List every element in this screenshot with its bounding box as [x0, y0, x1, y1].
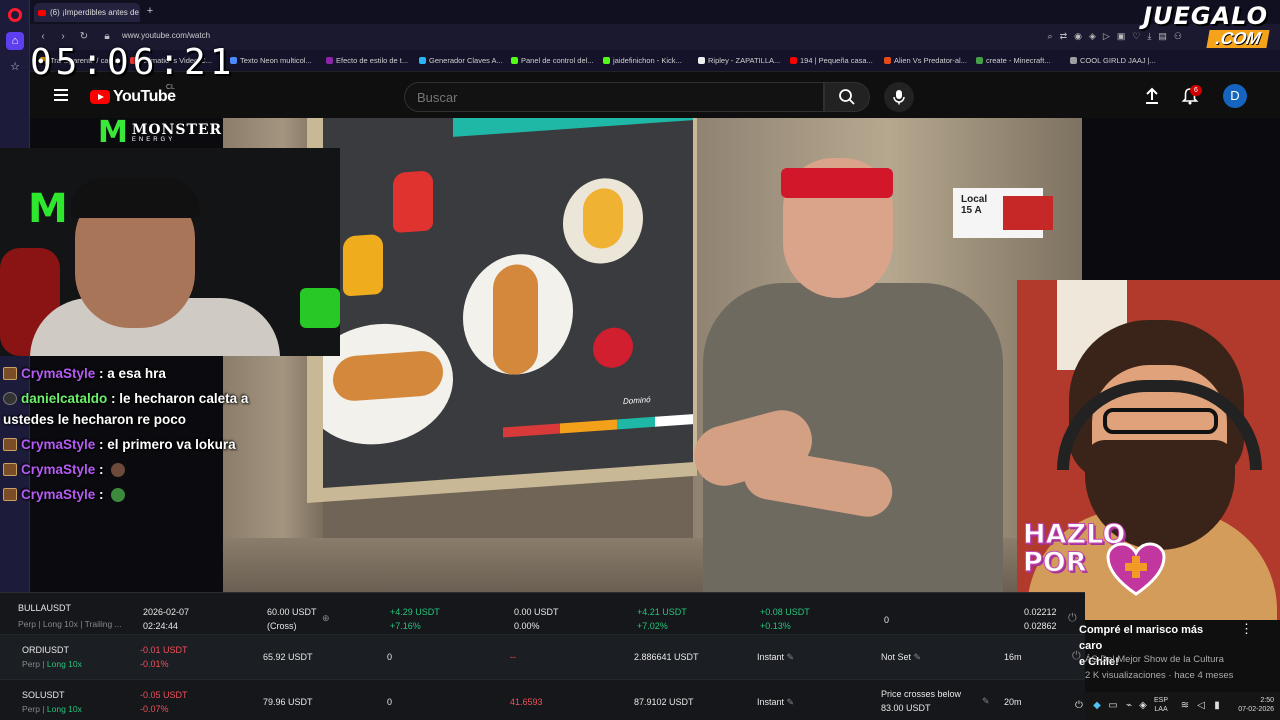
search-button[interactable]: [824, 82, 870, 112]
microphone-icon: [893, 90, 905, 105]
url-field[interactable]: www.youtube.com/watch: [122, 31, 210, 40]
bookmark-item[interactable]: COOL GIRLD JAAJ |...: [1070, 56, 1156, 65]
translate-icon[interactable]: ⇄: [1060, 31, 1068, 42]
bookmark-item[interactable]: Efecto de estilo de t...: [326, 56, 408, 65]
bookmark-item[interactable]: 194 | Pequeña casa...: [790, 56, 873, 65]
chat-overlay: CrymaStyle : a esa hra danielcataldo : l…: [0, 358, 250, 508]
more-options-icon[interactable]: ⋮: [1240, 622, 1253, 636]
table-row[interactable]: SOLUSDT Perp | Long 10x -0.05 USDT -0.07…: [0, 680, 1085, 720]
edit-icon[interactable]: ✎: [787, 697, 795, 707]
edit-icon[interactable]: ✎: [787, 652, 795, 662]
language-indicator[interactable]: ESP LAA: [1154, 696, 1168, 714]
bookmark-item[interactable]: Panel de control del...: [511, 56, 594, 65]
usb-icon[interactable]: ⌁: [1123, 700, 1135, 712]
monitor-icon[interactable]: ▭: [1107, 700, 1119, 712]
bookmark-item[interactable]: jaidefinichon - Kick...: [603, 56, 682, 65]
new-tab-icon[interactable]: +: [144, 5, 156, 17]
sponsor-logo: M MONSTER ENERGY: [98, 118, 222, 148]
video-player[interactable]: Dominó Local 15 A: [223, 118, 1082, 592]
food-poster: Dominó: [323, 118, 693, 488]
close-position-icon[interactable]: ⏻: [1068, 611, 1077, 625]
shield-icon[interactable]: ◈: [1137, 700, 1149, 712]
bookmark-item[interactable]: create - Minecraft...: [976, 56, 1051, 65]
youtube-play-icon: [90, 90, 110, 104]
streamer-webcam: M: [0, 148, 340, 356]
chest-badge-icon: [3, 463, 17, 476]
youtube-favicon-icon: [38, 9, 46, 16]
trading-positions-panel: BULLAUSDT Perp | Long 10x | Trailing ...…: [0, 592, 1085, 720]
system-clock[interactable]: 2:50 07-02-2026: [1230, 696, 1274, 714]
symbol: SOLUSDT: [22, 690, 65, 700]
poster-brand: Dominó: [623, 395, 651, 407]
shop-sign-accent: [1003, 196, 1053, 230]
tab-youtube[interactable]: (6) ¡Imperdibles antes de: [34, 3, 140, 22]
add-margin-icon[interactable]: ⊕: [322, 611, 330, 625]
watermark-logo: JUEGALO .COM: [1143, 2, 1270, 48]
table-row[interactable]: ORDIUSDT Perp | Long 10x -0.01 USDT -0.0…: [0, 635, 1085, 680]
bookmark-item[interactable]: Generador Claves A...: [419, 56, 503, 65]
emote-icon: [111, 463, 126, 477]
suggested-video-channel[interactable]: ÁS Del Mejor Show de la Cultura: [1085, 654, 1224, 665]
search-input[interactable]: [417, 90, 797, 105]
country-code: CL: [166, 84, 175, 91]
star-icon[interactable]: ☆: [6, 57, 24, 75]
search-icon: [839, 89, 855, 105]
battery-icon[interactable]: ▮: [1211, 700, 1223, 712]
wifi-icon[interactable]: ≋: [1179, 700, 1191, 712]
emote-icon: [111, 488, 126, 502]
symbol: BULLAUSDT: [18, 603, 72, 613]
chest-badge-icon: [3, 488, 17, 501]
notification-count-badge: 6: [1190, 85, 1202, 96]
chest-badge-icon: [3, 367, 17, 380]
chat-message: CrymaStyle : el primero va lokura: [3, 434, 248, 455]
bookmark-item[interactable]: Ripley - ZAPATILLA...: [698, 56, 780, 65]
app-icon[interactable]: ◆: [1091, 700, 1103, 712]
camera-icon[interactable]: ◉: [1074, 31, 1082, 42]
shop-sign-text: Local 15 A: [961, 194, 988, 216]
tab-strip: (6) ¡Imperdibles antes de +: [30, 0, 1280, 24]
bookmark-item[interactable]: Texto Neon multicol...: [230, 56, 312, 65]
table-row[interactable]: BULLAUSDT Perp | Long 10x | Trailing ...…: [0, 593, 1085, 635]
system-tray: ⏻ ◆ ▭ ⌁ ◈ ESP LAA ≋ ◁ ▮ 2:50 07-02-2026: [1075, 692, 1280, 720]
edit-icon[interactable]: ✎: [982, 694, 990, 708]
symbol: ORDIUSDT: [22, 645, 69, 655]
volume-icon[interactable]: ◁: [1195, 700, 1207, 712]
youtube-logo[interactable]: YouTube: [90, 88, 176, 106]
screen: ⌂ ☆ (6) ¡Imperdibles antes de + ‹ › ↻ 🔒︎…: [0, 0, 1280, 720]
tab-title: (6) ¡Imperdibles antes de: [50, 8, 139, 17]
presenter-bandana: [781, 168, 893, 198]
search-box: [404, 82, 824, 112]
chat-message: CrymaStyle :: [3, 459, 248, 480]
chat-message: CrymaStyle :: [3, 484, 248, 505]
sponsor-brand: MONSTER: [131, 122, 223, 138]
search-icon[interactable]: ⌕: [1048, 31, 1053, 42]
monster-claw-icon: M: [98, 115, 128, 150]
avatar-badge-icon: [3, 392, 17, 405]
menu-icon[interactable]: [54, 89, 68, 101]
upload-icon[interactable]: [1143, 87, 1161, 105]
opera-logo-icon[interactable]: [8, 8, 22, 22]
chest-badge-icon: [3, 438, 17, 451]
heart-icon: [1106, 542, 1166, 596]
account-avatar[interactable]: D: [1223, 84, 1247, 108]
stream-clock: 05:06:21: [30, 42, 236, 83]
edit-icon[interactable]: ✎: [914, 652, 922, 662]
shield-icon[interactable]: ◈: [1089, 31, 1096, 42]
chat-message: CrymaStyle : a esa hra: [3, 363, 248, 384]
chat-message: danielcataldo : le hecharon caleta a ust…: [3, 391, 249, 427]
suggested-video-card[interactable]: Compré el marisco más caro e Chile! ⋮ ÁS …: [1079, 620, 1280, 692]
home-icon[interactable]: ⌂: [6, 32, 24, 50]
position-detail: Perp | Long 10x | Trailing ...: [18, 619, 122, 629]
power-icon[interactable]: ⏻: [1073, 700, 1085, 712]
suggested-video-meta: 2 K visualizaciones · hace 4 meses: [1085, 670, 1234, 681]
bookmark-item[interactable]: Alien Vs Predator-al...: [884, 56, 967, 65]
voice-search-button[interactable]: [884, 82, 914, 112]
monster-claw-icon: M: [28, 186, 68, 232]
